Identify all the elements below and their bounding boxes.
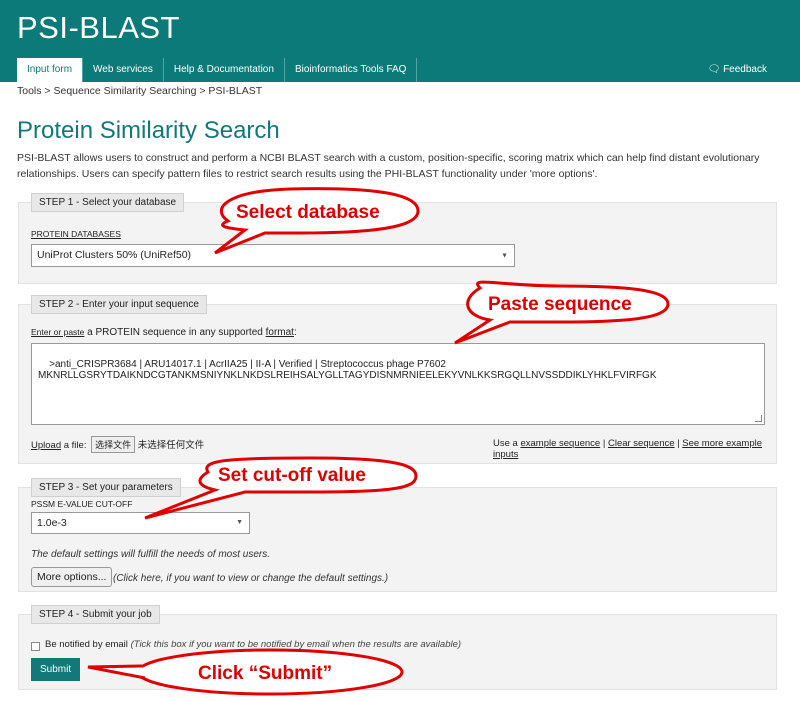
callout-pointer	[87, 664, 146, 680]
callout-click-submit: Click “Submit”	[198, 663, 332, 684]
callout-paste-sequence: Paste sequence	[488, 294, 632, 315]
callout-select-database: Select database	[236, 202, 380, 223]
callout-set-cutoff: Set cut-off value	[218, 465, 366, 486]
callout-overlay: Select database Paste sequence Set cut-o…	[87, 187, 670, 696]
